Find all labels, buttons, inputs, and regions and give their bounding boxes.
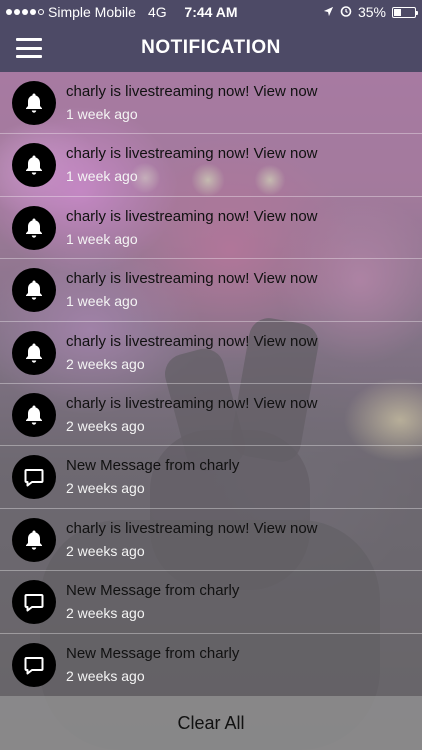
notification-item[interactable]: charly is livestreaming now! View now 2 w… xyxy=(0,509,422,572)
notification-title: New Message from charly xyxy=(66,644,240,662)
notification-item[interactable]: charly is livestreaming now! View now 1 w… xyxy=(0,134,422,197)
notification-list: charly is livestreaming now! View now 1 w… xyxy=(0,72,422,696)
bell-icon xyxy=(12,143,56,188)
bell-icon xyxy=(12,81,56,125)
page-title: NOTIFICATION xyxy=(141,37,281,58)
notification-time: 2 weeks ago xyxy=(66,542,145,559)
battery-fill xyxy=(394,8,401,16)
battery-icon xyxy=(392,6,418,18)
notification-time: 2 weeks ago xyxy=(66,605,145,622)
location-arrow-icon xyxy=(323,4,334,20)
notification-title: New Message from charly xyxy=(66,457,240,475)
status-bar: Simple Mobile 4G 7:44 AM 35% xyxy=(0,0,422,24)
signal-strength-icon xyxy=(6,9,44,15)
notification-time: 2 weeks ago xyxy=(66,480,145,497)
notification-title: charly is livestreaming now! View now xyxy=(66,394,318,412)
alarm-clock-icon xyxy=(340,4,352,20)
message-icon xyxy=(12,580,56,625)
notification-title: charly is livestreaming now! View now xyxy=(66,207,318,225)
footer-bar: Clear All xyxy=(0,696,422,750)
notification-time: 2 weeks ago xyxy=(66,667,145,684)
notification-time: 2 weeks ago xyxy=(66,417,145,434)
status-right: 35% xyxy=(323,4,418,20)
notification-title: charly is livestreaming now! View now xyxy=(66,332,318,350)
notification-time: 1 week ago xyxy=(66,230,138,247)
clear-all-button[interactable]: Clear All xyxy=(157,707,264,740)
notification-title: charly is livestreaming now! View now xyxy=(66,145,318,163)
notification-time: 2 weeks ago xyxy=(66,355,145,372)
notification-title: charly is livestreaming now! View now xyxy=(66,83,318,100)
notification-time: 1 week ago xyxy=(66,293,138,310)
notification-item[interactable]: New Message from charly 2 weeks ago xyxy=(0,446,422,509)
bell-icon xyxy=(12,205,56,250)
message-icon xyxy=(12,455,56,500)
notification-title: charly is livestreaming now! View now xyxy=(66,270,318,288)
battery-percent: 35% xyxy=(357,4,386,20)
notification-item[interactable]: New Message from charly 2 weeks ago xyxy=(0,571,422,634)
notification-item[interactable]: charly is livestreaming now! View now 2 w… xyxy=(0,384,422,447)
notification-item[interactable]: charly is livestreaming now! View now 1 w… xyxy=(0,197,422,260)
notification-time: 1 week ago xyxy=(66,168,138,185)
bell-icon xyxy=(12,392,56,437)
status-left: Simple Mobile 4G xyxy=(6,4,167,20)
navigation-bar: NOTIFICATION xyxy=(0,24,422,72)
notification-item[interactable]: charly is livestreaming now! View now 1 w… xyxy=(0,72,422,135)
bell-icon xyxy=(12,268,56,313)
notification-time: 1 week ago xyxy=(66,106,138,122)
notification-item[interactable]: charly is livestreaming now! View now 1 w… xyxy=(0,259,422,322)
notification-item[interactable]: charly is livestreaming now! View now 2 w… xyxy=(0,322,422,384)
hamburger-menu-icon[interactable] xyxy=(16,38,42,58)
notification-item[interactable]: New Message from charly 2 weeks ago xyxy=(0,634,422,696)
carrier-name: Simple Mobile xyxy=(48,4,136,20)
network-type: 4G xyxy=(147,4,167,20)
notification-title: New Message from charly xyxy=(66,582,240,600)
bell-icon xyxy=(12,330,56,375)
notification-title: charly is livestreaming now! View now xyxy=(66,519,318,537)
bell-icon xyxy=(12,517,56,562)
message-icon xyxy=(12,642,56,687)
